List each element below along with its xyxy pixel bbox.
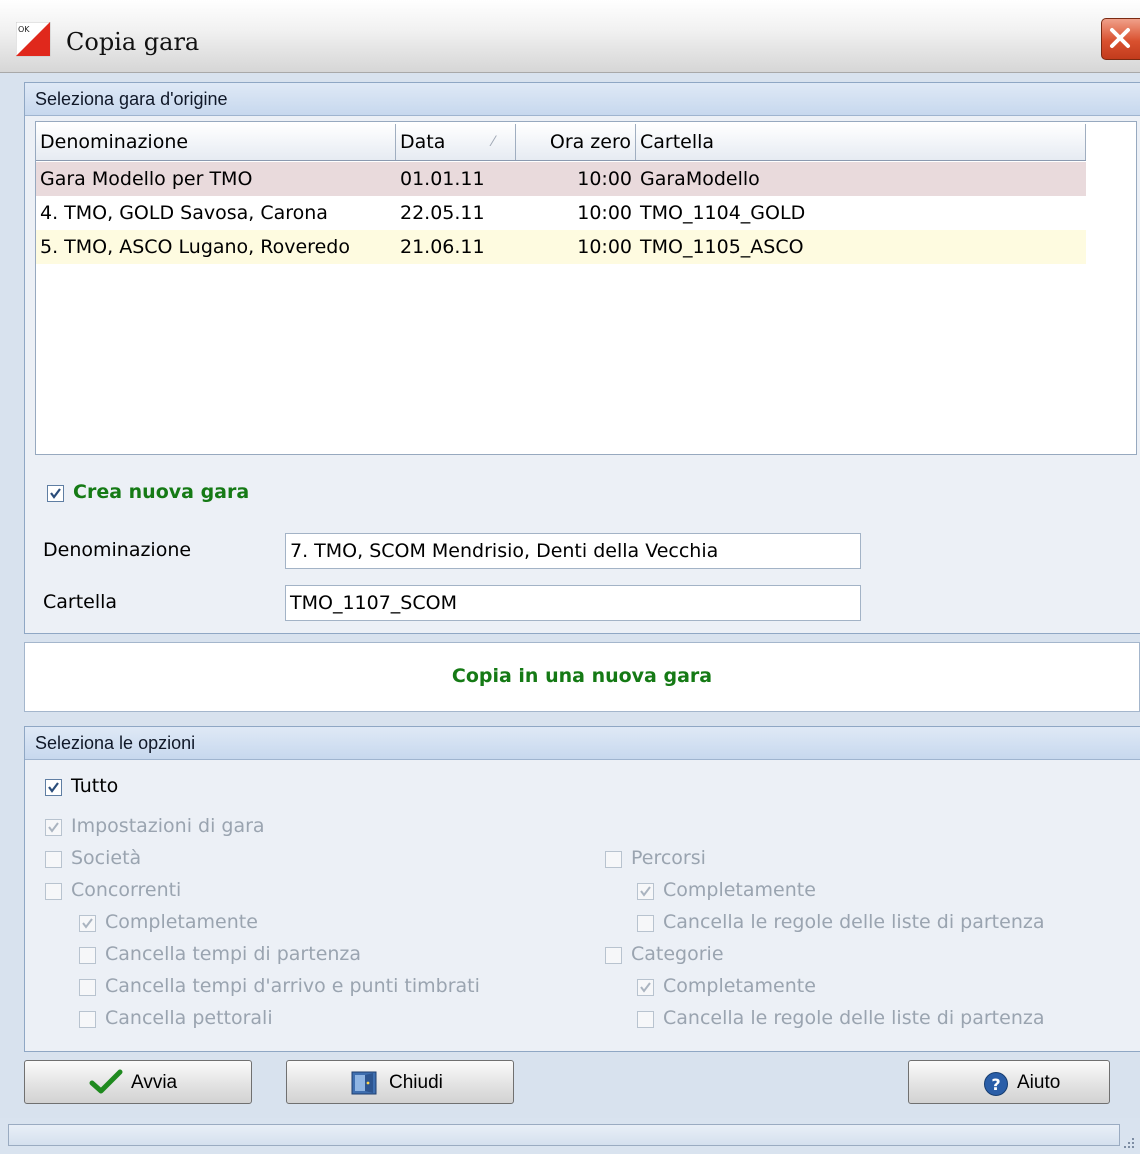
categories-clear-rules-label: Cancella le regole delle liste di parten… <box>663 1007 1045 1029</box>
app-logo-icon: OK <box>16 22 51 57</box>
checkmark-icon <box>82 918 93 929</box>
svg-text:OK: OK <box>18 25 30 34</box>
courses-clear-rules-label: Cancella le regole delle liste di parten… <box>663 911 1045 933</box>
checkmark-icon <box>48 782 59 793</box>
all-label: Tutto <box>71 775 119 797</box>
row-date: 22.05.11 <box>400 202 485 224</box>
create-new-race-label: Crea nuova gara <box>73 481 250 503</box>
table-row[interactable]: 5. TMO, ASCO Lugano, Roveredo 21.06.11 1… <box>36 230 1086 264</box>
race-name-label: Denominazione <box>43 539 192 561</box>
options-group: Seleziona le opzioni Tutto Impostazioni … <box>24 726 1140 1052</box>
all-checkbox[interactable] <box>45 779 62 796</box>
row-folder: TMO_1105_ASCO <box>640 236 804 258</box>
status-bar <box>0 1118 1140 1154</box>
column-header-folder[interactable]: Cartella <box>636 124 1086 160</box>
row-name: 4. TMO, GOLD Savosa, Carona <box>40 202 328 224</box>
copy-mode-banner: Copia in una nuova gara <box>24 642 1140 712</box>
race-name-input[interactable]: 7. TMO, SCOM Mendrisio, Denti della Vecc… <box>285 533 861 569</box>
categories-clear-rules-checkbox[interactable] <box>637 1011 654 1028</box>
race-settings-checkbox[interactable] <box>45 819 62 836</box>
clear-start-times-checkbox[interactable] <box>79 947 96 964</box>
close-button[interactable] <box>1101 18 1140 60</box>
row-folder: TMO_1104_GOLD <box>640 202 806 224</box>
checkmark-icon <box>89 1069 123 1094</box>
row-name: 5. TMO, ASCO Lugano, Roveredo <box>40 236 350 258</box>
competitors-complete-label: Completamente <box>105 911 258 933</box>
clear-start-times-label: Cancella tempi di partenza <box>105 943 362 965</box>
clear-bibs-label: Cancella pettorali <box>105 1007 273 1029</box>
row-time: 10:00 <box>577 236 632 258</box>
table-row[interactable]: 4. TMO, GOLD Savosa, Carona 22.05.11 10:… <box>36 196 1086 230</box>
column-header-name[interactable]: Denominazione <box>36 124 396 160</box>
competitors-checkbox[interactable] <box>45 883 62 900</box>
close-dialog-button-label: Chiudi <box>389 1072 443 1093</box>
row-date: 21.06.11 <box>400 236 485 258</box>
courses-clear-rules-checkbox[interactable] <box>637 915 654 932</box>
categories-complete-checkbox[interactable] <box>637 979 654 996</box>
title-bar: OK Copia gara <box>0 0 1140 73</box>
window-title: Copia gara <box>66 28 200 56</box>
courses-complete-checkbox[interactable] <box>637 883 654 900</box>
folder-label: Cartella <box>43 591 118 613</box>
row-folder: GaraModello <box>640 168 760 190</box>
start-button[interactable]: Avvia <box>24 1060 252 1104</box>
row-name: Gara Modello per TMO <box>40 168 253 190</box>
courses-label: Percorsi <box>631 847 706 869</box>
source-race-group: Seleziona gara d'origine Denominazione D… <box>24 82 1140 634</box>
clear-finish-times-label: Cancella tempi d'arrivo e punti timbrati <box>105 975 480 997</box>
courses-complete-label: Completamente <box>663 879 816 901</box>
column-header-date-label: Data <box>400 131 446 153</box>
resize-grip-icon[interactable] <box>1122 1136 1136 1150</box>
row-time: 10:00 <box>577 168 632 190</box>
status-field <box>8 1124 1120 1146</box>
copy-race-dialog: OK Copia gara Seleziona gara d'origine D… <box>0 0 1140 1154</box>
svg-text:?: ? <box>991 1075 1000 1094</box>
row-date: 01.01.11 <box>400 168 485 190</box>
checkmark-icon <box>48 822 59 833</box>
race-settings-label: Impostazioni di gara <box>71 815 265 837</box>
column-header-start-time[interactable]: Ora zero <box>516 124 636 160</box>
close-dialog-button[interactable]: Chiudi <box>286 1060 514 1104</box>
column-header-date[interactable]: Data ⁄ <box>396 124 516 160</box>
close-icon <box>1110 28 1130 48</box>
create-new-race-checkbox[interactable] <box>47 485 64 502</box>
help-icon: ? <box>984 1072 1008 1096</box>
categories-complete-label: Completamente <box>663 975 816 997</box>
help-button-label: Aiuto <box>1017 1072 1061 1093</box>
race-list-grid: Denominazione Data ⁄ Ora zero Cartella G… <box>35 121 1137 455</box>
clubs-checkbox[interactable] <box>45 851 62 868</box>
clubs-label: Società <box>71 847 142 869</box>
help-button[interactable]: ? Aiuto <box>908 1060 1110 1104</box>
clear-bibs-checkbox[interactable] <box>79 1011 96 1028</box>
source-race-group-header: Seleziona gara d'origine <box>25 83 1140 116</box>
courses-checkbox[interactable] <box>605 851 622 868</box>
checkmark-icon <box>50 488 61 499</box>
row-time: 10:00 <box>577 202 632 224</box>
checkmark-icon <box>640 886 651 897</box>
sort-ascending-icon: ⁄ <box>492 134 495 150</box>
options-group-header: Seleziona le opzioni <box>25 727 1140 760</box>
start-button-label: Avvia <box>131 1072 178 1093</box>
competitors-complete-checkbox[interactable] <box>79 915 96 932</box>
grid-header: Denominazione Data ⁄ Ora zero Cartella <box>36 124 1086 161</box>
table-row[interactable]: Gara Modello per TMO 01.01.11 10:00 Gara… <box>36 162 1086 196</box>
door-exit-icon <box>351 1071 377 1095</box>
competitors-label: Concorrenti <box>71 879 182 901</box>
copy-mode-text: Copia in una nuova gara <box>451 665 713 687</box>
checkmark-icon <box>640 982 651 993</box>
categories-label: Categorie <box>631 943 724 965</box>
clear-finish-times-checkbox[interactable] <box>79 979 96 996</box>
folder-input[interactable]: TMO_1107_SCOM <box>285 585 861 621</box>
categories-checkbox[interactable] <box>605 947 622 964</box>
